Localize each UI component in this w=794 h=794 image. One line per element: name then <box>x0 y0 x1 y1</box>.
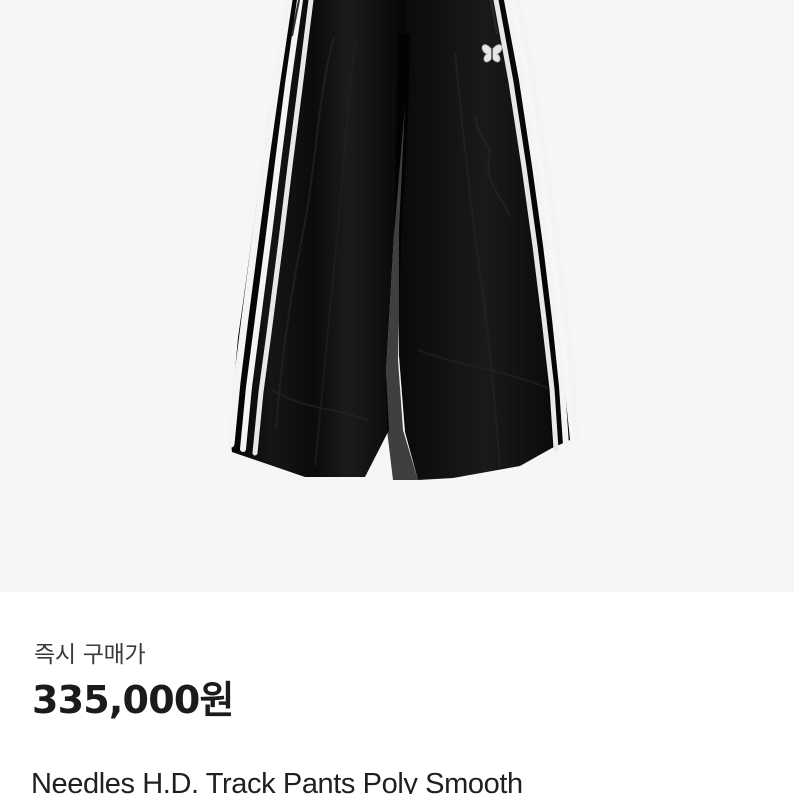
product-title: Needles H.D. Track Pants Poly Smooth <box>31 768 523 794</box>
product-image-area[interactable] <box>0 0 794 592</box>
product-info-section: 즉시 구매가 335,000원 Needles H.D. Track Pants… <box>0 592 794 794</box>
product-image <box>0 0 794 592</box>
instant-purchase-price-label: 즉시 구매가 <box>34 642 146 668</box>
instant-purchase-price: 335,000원 <box>32 678 234 722</box>
product-detail-screen: 즉시 구매가 335,000원 Needles H.D. Track Pants… <box>0 0 794 794</box>
